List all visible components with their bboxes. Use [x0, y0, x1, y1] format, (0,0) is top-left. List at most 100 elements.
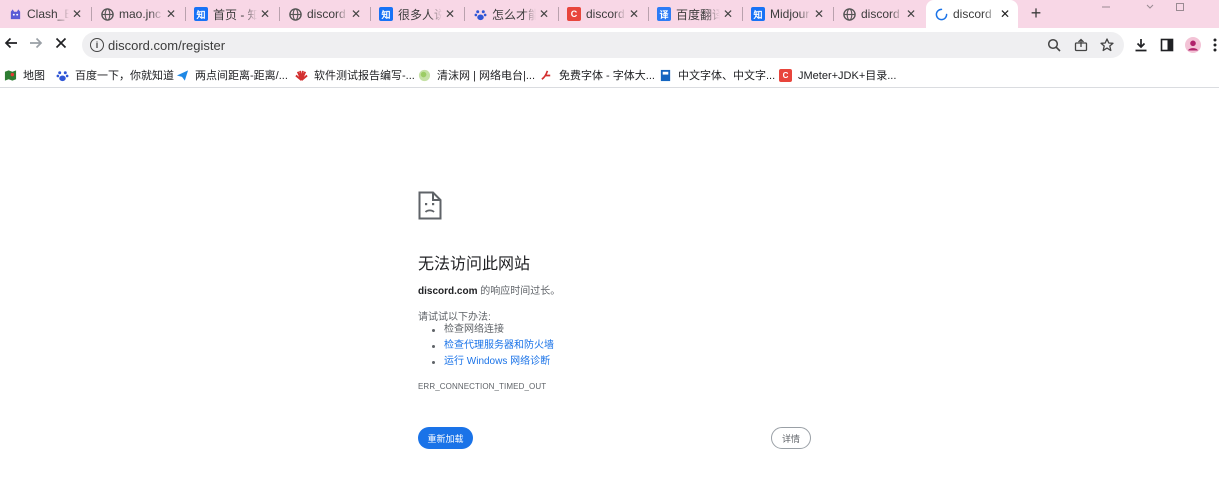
tab-title: discord [861, 7, 900, 21]
close-icon[interactable]: ✕ [536, 6, 552, 22]
bookmark-jmeter[interactable]: C JMeter+JDK+目录... [779, 67, 896, 83]
error-title: 无法访问此网站 [418, 256, 531, 273]
avatar[interactable] [1184, 36, 1202, 54]
bookmark-map[interactable]: 地图 [4, 67, 45, 83]
error-message: 的响应时间过长。 [477, 286, 561, 297]
close-icon[interactable]: ✕ [720, 6, 736, 22]
tab-discord-csdn[interactable]: C discord ✕ [559, 0, 647, 28]
csdn-icon: C [779, 68, 792, 82]
new-tab-button[interactable]: + [1025, 2, 1047, 24]
map-icon [4, 69, 17, 82]
star-icon[interactable] [1099, 37, 1115, 53]
bookmarks-bar: 地图 百度一下，你就知道 两点间距离-距离/... 软件测试报告编写-... 清… [0, 62, 1219, 88]
error-description: discord.com 的响应时间过长。 [418, 282, 560, 297]
bookmark-label: 百度一下，你就知道 [75, 70, 174, 82]
share-icon[interactable] [1073, 37, 1089, 53]
suggestions-list: 检查网络连接 检查代理服务器和防火墙 运行 Windows 网络诊断 [432, 322, 554, 370]
bookmark-baidu[interactable]: 百度一下，你就知道 [56, 67, 174, 83]
close-icon[interactable]: ✕ [997, 6, 1013, 22]
tab-clash[interactable]: Clash_E ✕ [0, 0, 90, 28]
tab-title: discord [307, 7, 346, 21]
tab-title: Clash_E [27, 7, 69, 21]
reload-button[interactable]: 重新加载 [418, 427, 473, 449]
tab-title: 怎么才能 [492, 7, 536, 22]
tab-baidu-fanyi[interactable]: 译 百度翻译 ✕ [649, 0, 741, 28]
bookmark-label: 软件测试报告编写-... [314, 70, 415, 82]
search-icon[interactable] [1046, 37, 1062, 53]
zhihu-icon: 知 [379, 7, 393, 21]
close-icon [55, 36, 67, 54]
cat-icon [8, 7, 22, 21]
paper-plane-icon [176, 69, 189, 82]
suggestion-check-network: 检查网络连接 [432, 322, 554, 338]
sad-page-icon [418, 191, 442, 225]
suggestion-windows-diagnostics-link[interactable]: 运行 Windows 网络诊断 [432, 354, 554, 370]
tab-title: 很多人说 [398, 7, 442, 22]
tab-title: discord [953, 7, 992, 21]
arrow-right-icon [29, 36, 43, 55]
fanyi-icon: 译 [657, 7, 671, 21]
maximize-icon[interactable] [1170, 0, 1190, 14]
baidu-paw-icon [473, 7, 487, 21]
browser-toolbar: i discord.com/register [0, 28, 1219, 62]
tab-title: 首页 - 知 [213, 7, 257, 22]
ball-icon [418, 69, 431, 82]
loading-spinner-icon [934, 7, 948, 21]
tab-zhihu-question[interactable]: 知 很多人说 ✕ [371, 0, 463, 28]
tab-mao[interactable]: mao.jnc ✕ [92, 0, 184, 28]
arrow-left-icon [4, 36, 18, 55]
close-icon[interactable]: ✕ [348, 6, 364, 22]
close-icon[interactable]: ✕ [163, 6, 179, 22]
huawei-icon [295, 69, 308, 82]
bookmark-free-fonts[interactable]: 免费字体 - 字体大... [540, 67, 655, 83]
tab-discord-active[interactable]: discord ✕ [926, 0, 1018, 28]
globe-icon [288, 7, 302, 21]
url-text[interactable]: discord.com/register [108, 38, 225, 53]
tab-title: 百度翻译 [676, 7, 720, 22]
bookmark-distance[interactable]: 两点间距离-距离/... [176, 67, 288, 83]
stop-loading-button[interactable] [50, 34, 72, 56]
bookmark-label: 地图 [23, 70, 45, 82]
suggestions-heading: 请试试以下办法: [418, 312, 491, 323]
close-icon[interactable]: ✕ [257, 6, 273, 22]
back-button[interactable] [0, 34, 22, 56]
minimize-icon[interactable] [1096, 0, 1116, 14]
tab-title: mao.jnc [119, 7, 162, 21]
details-button[interactable]: 详情 [771, 427, 811, 449]
globe-icon [842, 7, 856, 21]
info-icon[interactable]: i [90, 38, 104, 52]
more-menu-icon[interactable] [1210, 36, 1219, 54]
close-icon[interactable]: ✕ [903, 6, 919, 22]
tab-title: discord [586, 7, 625, 21]
bookmark-test-report[interactable]: 软件测试报告编写-... [295, 67, 415, 83]
close-icon[interactable]: ✕ [442, 6, 458, 22]
download-icon[interactable] [1132, 36, 1150, 54]
bookmark-chinese-fonts[interactable]: 中文字体、中文字... [659, 67, 775, 83]
suggestion-check-proxy-link[interactable]: 检查代理服务器和防火墙 [432, 338, 554, 354]
tab-discord-1[interactable]: discord ✕ [280, 0, 369, 28]
bookmark-label: 免费字体 - 字体大... [559, 70, 655, 82]
font-icon [540, 69, 553, 82]
bookmark-radio[interactable]: 清沫网 | 网络电台|... [418, 67, 535, 83]
baidu-paw-icon [56, 69, 69, 82]
bookmark-label: 中文字体、中文字... [678, 70, 776, 82]
tab-baidu-search[interactable]: 怎么才能 ✕ [465, 0, 557, 28]
tab-midjourney[interactable]: 知 Midjour ✕ [743, 0, 832, 28]
bookmark-label: 两点间距离-距离/... [195, 70, 288, 82]
csdn-icon: C [567, 7, 581, 21]
zhihu-icon: 知 [751, 7, 765, 21]
forward-button[interactable] [25, 34, 47, 56]
close-icon[interactable]: ✕ [811, 6, 827, 22]
address-bar[interactable]: i discord.com/register [82, 32, 1124, 58]
close-icon[interactable]: ✕ [69, 6, 85, 22]
zhihu-icon: 知 [194, 7, 208, 21]
tab-zhihu-home[interactable]: 知 首页 - 知 ✕ [186, 0, 278, 28]
tab-title: Midjour [770, 7, 810, 21]
bookmark-label: JMeter+JDK+目录... [798, 70, 897, 82]
globe-icon [100, 7, 114, 21]
close-icon[interactable]: ✕ [626, 6, 642, 22]
tab-discord-2[interactable]: discord ✕ [834, 0, 924, 28]
bookmark-label: 清沫网 | 网络电台|... [437, 70, 535, 82]
side-panel-icon[interactable] [1158, 36, 1176, 54]
chevron-down-icon[interactable] [1140, 0, 1160, 14]
